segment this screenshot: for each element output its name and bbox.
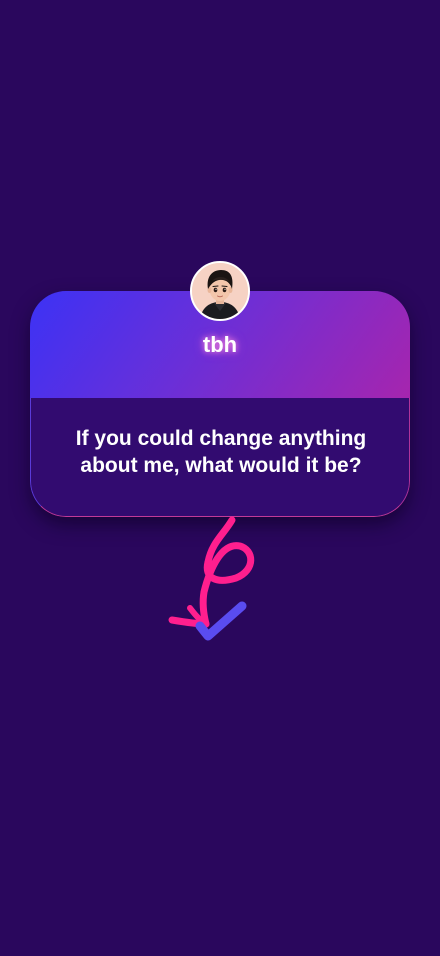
card-title: tbh xyxy=(202,332,238,357)
card-body: If you could change anything about me, w… xyxy=(30,398,410,517)
doodle-arrow xyxy=(168,516,255,641)
avatar[interactable] xyxy=(190,261,250,321)
question-text: If you could change anything about me, w… xyxy=(75,427,367,477)
avatar-boy-illustration xyxy=(192,263,248,319)
screen: tbh If you could change anything about m… xyxy=(0,0,440,956)
question-card[interactable]: tbh If you could change anything about m… xyxy=(30,291,410,517)
